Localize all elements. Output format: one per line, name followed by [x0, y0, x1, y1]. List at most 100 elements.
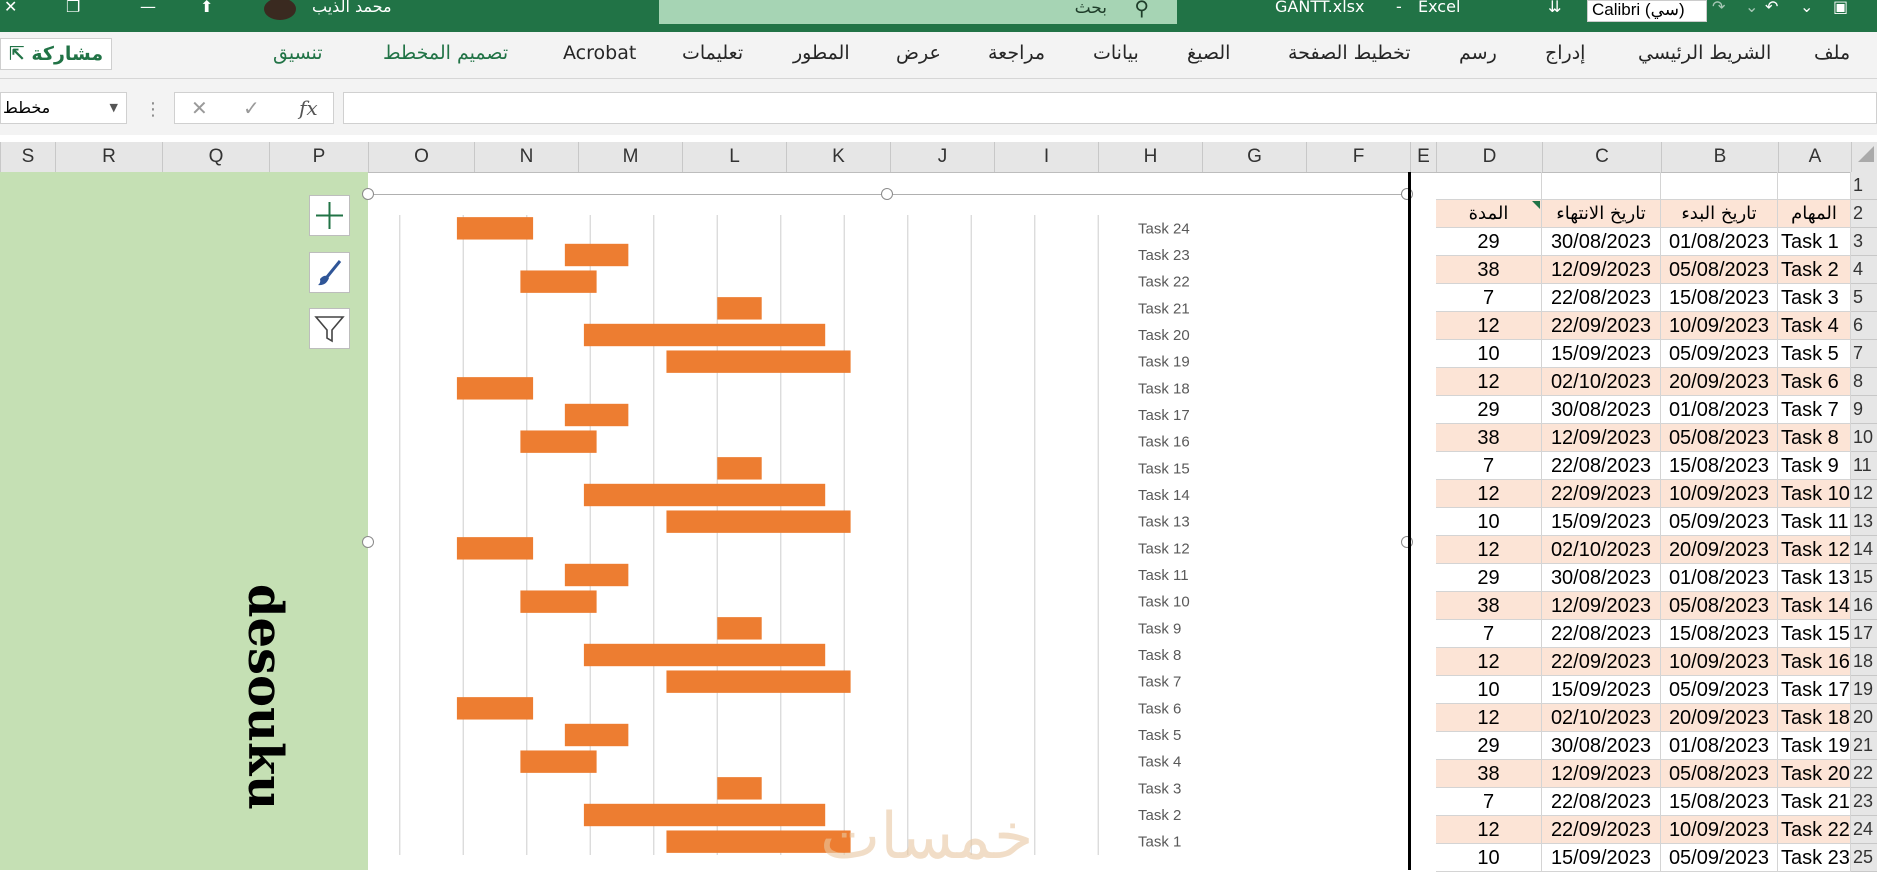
- table-cell-duration[interactable]: 10: [1436, 844, 1542, 872]
- row-header-12[interactable]: 12: [1851, 480, 1877, 508]
- table-cell-start[interactable]: 10/09/2023: [1661, 480, 1778, 508]
- table-cell-duration[interactable]: 29: [1436, 564, 1542, 592]
- table-cell-task[interactable]: Task 1: [1778, 228, 1851, 256]
- row-header-14[interactable]: 14: [1851, 536, 1877, 564]
- gantt-bar[interactable]: [520, 430, 597, 453]
- table-cell-start[interactable]: 10/09/2023: [1661, 648, 1778, 676]
- column-header-p[interactable]: P: [269, 142, 368, 172]
- table-cell-task[interactable]: Task 5: [1778, 340, 1851, 368]
- gantt-bar[interactable]: [717, 777, 762, 800]
- minimize-icon[interactable]: —: [140, 0, 156, 15]
- row-header-22[interactable]: 22: [1851, 760, 1877, 788]
- table-cell-end[interactable]: 12/09/2023: [1542, 760, 1661, 788]
- table-cell-start[interactable]: 05/09/2023: [1661, 676, 1778, 704]
- table-cell-task[interactable]: Task 13: [1778, 564, 1851, 592]
- table-cell-start[interactable]: 20/09/2023: [1661, 704, 1778, 732]
- row-header-6[interactable]: 6: [1851, 312, 1877, 340]
- table-cell-end[interactable]: 22/08/2023: [1542, 284, 1661, 312]
- table-cell-task[interactable]: Task 23: [1778, 844, 1851, 872]
- cell-empty[interactable]: [1661, 172, 1778, 200]
- row-header-11[interactable]: 11: [1851, 452, 1877, 480]
- row-header-17[interactable]: 17: [1851, 620, 1877, 648]
- column-header-q[interactable]: Q: [162, 142, 269, 172]
- table-cell-duration[interactable]: 29: [1436, 732, 1542, 760]
- table-cell-task[interactable]: Task 22: [1778, 816, 1851, 844]
- table-cell-duration[interactable]: 12: [1436, 704, 1542, 732]
- table-cell-duration[interactable]: 12: [1436, 536, 1542, 564]
- font-name-select[interactable]: Calibri (سي): [1587, 0, 1707, 22]
- table-header-duration[interactable]: المدة: [1436, 200, 1542, 228]
- column-header-s[interactable]: S: [0, 142, 55, 172]
- restore-icon[interactable]: ❐: [66, 0, 80, 15]
- tab-data[interactable]: بيانات: [1093, 42, 1139, 64]
- table-cell-end[interactable]: 30/08/2023: [1542, 564, 1661, 592]
- chart-elements-button[interactable]: [309, 195, 350, 236]
- row-header-13[interactable]: 13: [1851, 508, 1877, 536]
- table-cell-duration[interactable]: 38: [1436, 592, 1542, 620]
- table-cell-end[interactable]: 02/10/2023: [1542, 704, 1661, 732]
- table-cell-task[interactable]: Task 15: [1778, 620, 1851, 648]
- tab-review[interactable]: مراجعة: [988, 42, 1045, 64]
- resize-handle-mr[interactable]: [1401, 536, 1413, 548]
- gantt-bar[interactable]: [564, 723, 629, 747]
- gantt-bar[interactable]: [564, 563, 629, 587]
- table-cell-duration[interactable]: 7: [1436, 452, 1542, 480]
- column-header-b[interactable]: B: [1661, 142, 1778, 172]
- table-cell-end[interactable]: 30/08/2023: [1542, 732, 1661, 760]
- qat-dropdown-icon[interactable]: ⌄: [1800, 0, 1813, 15]
- table-cell-start[interactable]: 10/09/2023: [1661, 816, 1778, 844]
- gantt-bar[interactable]: [717, 617, 762, 640]
- table-cell-task[interactable]: Task 3: [1778, 284, 1851, 312]
- table-cell-duration[interactable]: 38: [1436, 760, 1542, 788]
- insert-function-icon[interactable]: fx: [299, 96, 318, 120]
- more-options-icon[interactable]: ⋮: [144, 99, 162, 120]
- column-header-r[interactable]: R: [55, 142, 162, 172]
- column-header-i[interactable]: I: [994, 142, 1098, 172]
- share-button[interactable]: ⇱ مشاركة: [0, 38, 112, 70]
- column-header-m[interactable]: M: [578, 142, 682, 172]
- row-header-10[interactable]: 10: [1851, 424, 1877, 452]
- column-header-k[interactable]: K: [786, 142, 890, 172]
- gantt-bar[interactable]: [456, 217, 534, 240]
- close-icon[interactable]: ✕: [4, 0, 17, 15]
- table-cell-start[interactable]: 10/09/2023: [1661, 312, 1778, 340]
- column-header-e[interactable]: E: [1410, 142, 1436, 172]
- table-cell-task[interactable]: Task 9: [1778, 452, 1851, 480]
- table-cell-duration[interactable]: 29: [1436, 396, 1542, 424]
- gantt-bar[interactable]: [583, 323, 826, 347]
- table-cell-task[interactable]: Task 6: [1778, 368, 1851, 396]
- table-cell-task[interactable]: Task 11: [1778, 508, 1851, 536]
- cancel-icon[interactable]: ✕: [191, 96, 208, 120]
- table-cell-end[interactable]: 22/08/2023: [1542, 788, 1661, 816]
- table-cell-task[interactable]: Task 4: [1778, 312, 1851, 340]
- table-cell-end[interactable]: 15/09/2023: [1542, 676, 1661, 704]
- row-header-16[interactable]: 16: [1851, 592, 1877, 620]
- table-cell-end[interactable]: 02/10/2023: [1542, 368, 1661, 396]
- row-header-24[interactable]: 24: [1851, 816, 1877, 844]
- select-all-corner[interactable]: [1851, 142, 1877, 172]
- table-cell-task[interactable]: Task 10: [1778, 480, 1851, 508]
- table-cell-start[interactable]: 01/08/2023: [1661, 228, 1778, 256]
- customize-qat-icon[interactable]: ⇊: [1548, 0, 1561, 15]
- table-cell-duration[interactable]: 10: [1436, 508, 1542, 536]
- gantt-bar[interactable]: [564, 243, 629, 267]
- table-cell-start[interactable]: 15/08/2023: [1661, 452, 1778, 480]
- search-input[interactable]: بحث ⚲: [659, 0, 1177, 24]
- table-cell-start[interactable]: 01/08/2023: [1661, 396, 1778, 424]
- column-header-o[interactable]: O: [368, 142, 474, 172]
- table-cell-duration[interactable]: 7: [1436, 284, 1542, 312]
- column-header-l[interactable]: L: [682, 142, 786, 172]
- table-cell-start[interactable]: 05/08/2023: [1661, 256, 1778, 284]
- table-cell-start[interactable]: 05/09/2023: [1661, 508, 1778, 536]
- table-cell-duration[interactable]: 38: [1436, 256, 1542, 284]
- table-cell-duration[interactable]: 12: [1436, 312, 1542, 340]
- gantt-bar[interactable]: [666, 350, 851, 373]
- tab-developer[interactable]: المطور: [793, 42, 850, 64]
- tab-home[interactable]: الشريط الرئيسي: [1638, 42, 1771, 64]
- gantt-bar[interactable]: [583, 483, 826, 507]
- table-cell-end[interactable]: 22/09/2023: [1542, 816, 1661, 844]
- row-header-5[interactable]: 5: [1851, 284, 1877, 312]
- gantt-bar[interactable]: [666, 670, 851, 693]
- table-cell-end[interactable]: 15/09/2023: [1542, 844, 1661, 872]
- table-cell-start[interactable]: 15/08/2023: [1661, 788, 1778, 816]
